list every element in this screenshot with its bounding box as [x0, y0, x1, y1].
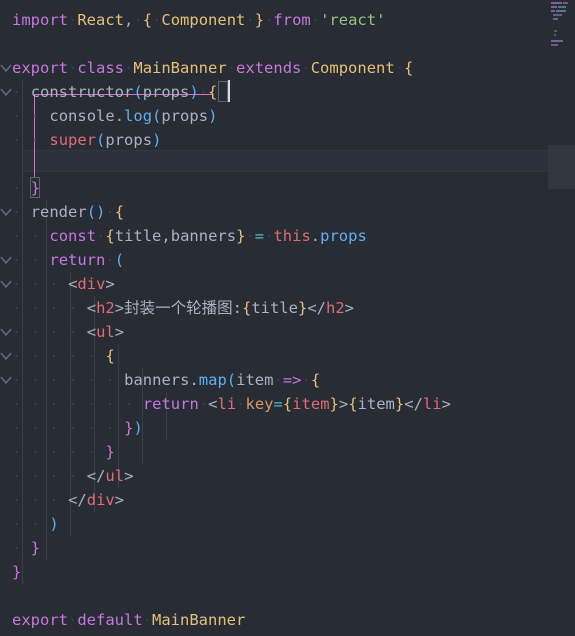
code-line[interactable]: · · · · · { — [0, 344, 548, 368]
minimap-mark — [553, 18, 558, 20]
code-line[interactable]: · · · · </ul> — [0, 464, 548, 488]
fold-chevron-down-icon[interactable] — [0, 56, 12, 80]
code-line[interactable]: export·class·MainBanner·extends·Componen… — [0, 56, 548, 80]
minimap-mark — [554, 30, 557, 32]
fold-chevron-down-icon[interactable] — [0, 200, 12, 224]
minimap-mark — [558, 6, 566, 8]
code-line[interactable]: import·React,·{·Component·}·from·'react' — [0, 8, 548, 32]
code-line[interactable]: · · · · · } — [0, 440, 548, 464]
code-line[interactable]: · · super(props) — [0, 128, 548, 152]
fold-chevron-down-icon[interactable] — [0, 368, 12, 392]
minimap-mark — [553, 14, 562, 16]
code-line[interactable]: · · ) — [0, 512, 548, 536]
code-line[interactable]: · · · · <ul> — [0, 320, 548, 344]
code-line[interactable] — [0, 152, 548, 176]
fold-chevron-down-icon[interactable] — [0, 248, 12, 272]
code-line[interactable]: · · return·( — [0, 248, 548, 272]
minimap-mark — [551, 10, 555, 12]
code-line[interactable]: export·default·MainBanner — [0, 608, 548, 632]
code-line[interactable]: · · console.log(props) — [0, 104, 548, 128]
code-line[interactable]: · · · · · · banners.map(item·=>·{ — [0, 368, 548, 392]
fold-chevron-down-icon[interactable] — [0, 320, 12, 344]
overview-ruler[interactable] — [571, 0, 575, 636]
code-line[interactable] — [0, 584, 548, 608]
minimap-mark — [551, 44, 558, 46]
minimap-mark — [554, 34, 556, 36]
code-line[interactable]: · · · · <h2>封装一个轮播图:{title}</h2> — [0, 296, 548, 320]
minimap-mark — [556, 10, 566, 12]
code-line[interactable]: · render()·{ — [0, 200, 548, 224]
minimap-mark — [551, 2, 562, 4]
code-content[interactable]: import·React,·{·Component·}·from·'react'… — [0, 0, 548, 636]
minimap-mark — [551, 6, 557, 8]
minimap-mark — [551, 40, 563, 42]
code-line[interactable]: · · const·{title,banners}·=·this.props — [0, 224, 548, 248]
code-line[interactable]: · · · · · · · return·<li·key={item}>{ite… — [0, 392, 548, 416]
code-line[interactable]: } — [0, 560, 548, 584]
fold-chevron-down-icon[interactable] — [0, 344, 12, 368]
code-line[interactable]: · } — [0, 176, 548, 200]
code-editor[interactable]: import·React,·{·Component·}·from·'react'… — [0, 0, 575, 636]
fold-chevron-down-icon[interactable] — [0, 272, 12, 296]
code-line[interactable]: · } — [0, 536, 548, 560]
code-line[interactable]: · · · </div> — [0, 488, 548, 512]
code-line[interactable]: · · · · · · }) — [0, 416, 548, 440]
fold-chevron-down-icon[interactable] — [0, 80, 12, 104]
code-line[interactable]: · constructor(props)·{ — [0, 80, 548, 104]
minimap-mark — [563, 2, 568, 4]
code-line[interactable] — [0, 32, 548, 56]
code-line[interactable]: · · · <div> — [0, 272, 548, 296]
